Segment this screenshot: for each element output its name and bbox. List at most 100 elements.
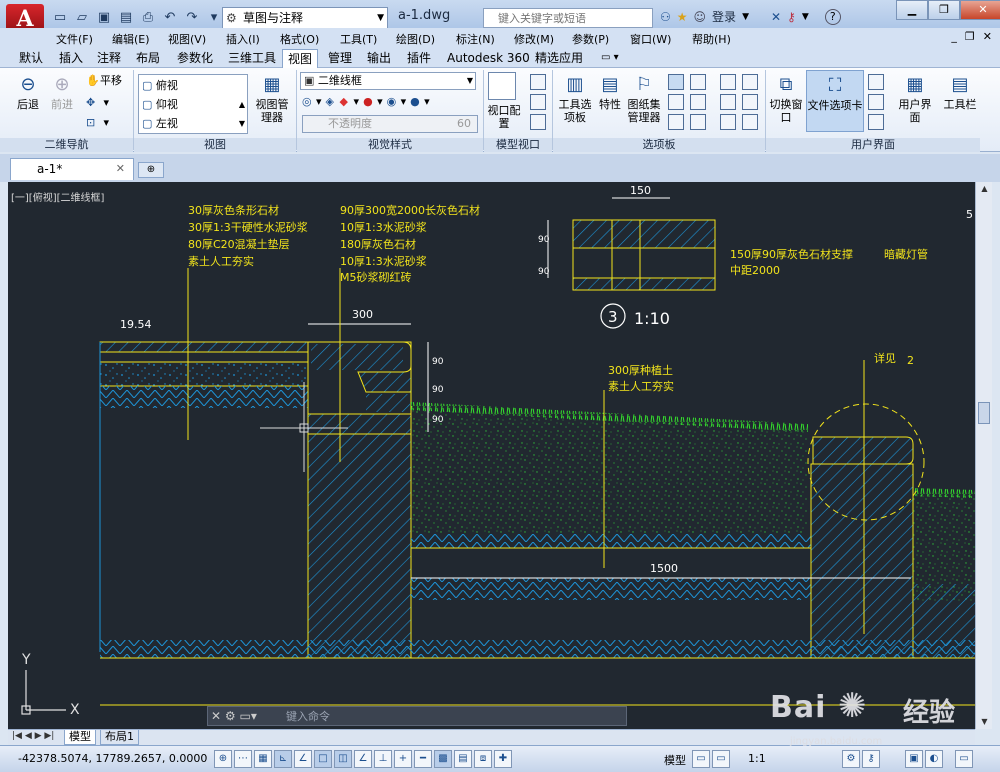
quick-view-drawings-icon[interactable]: ▭ xyxy=(712,750,730,768)
quick-view-layouts-icon[interactable]: ▭ xyxy=(692,750,710,768)
close-icon[interactable]: ✕ xyxy=(116,159,125,179)
annotation-scale[interactable]: 1:1 xyxy=(748,752,766,765)
user-interface-button[interactable]: ▦ 用户界面 xyxy=(898,74,932,124)
undo-icon[interactable]: ↶ xyxy=(160,8,180,28)
menu-view[interactable]: 视图(V) xyxy=(168,31,206,47)
tab-3d-tools[interactable]: 三维工具 xyxy=(223,49,281,68)
file-tabs-button[interactable]: ⛶ 文件选项卡 xyxy=(806,70,864,132)
new-tab-button[interactable]: ⊕ xyxy=(138,162,164,178)
close-icon[interactable]: ✕ xyxy=(211,709,221,723)
tab-manage[interactable]: 管理 xyxy=(323,49,357,68)
layout-nav-arrows-icon[interactable]: |◀ ◀ ▶ ▶| xyxy=(12,731,54,741)
palette-small-icon[interactable] xyxy=(668,94,684,110)
lock-icon[interactable]: ⚷ xyxy=(787,10,796,24)
tab-autodesk-360[interactable]: Autodesk 360 xyxy=(442,49,535,68)
palette-small-icon[interactable] xyxy=(720,114,736,130)
menu-window[interactable]: 窗口(W) xyxy=(630,31,671,47)
close-button[interactable]: ✕ xyxy=(960,0,1000,20)
user-icon[interactable]: ☺ xyxy=(694,10,707,24)
binoculars-icon[interactable]: ⚇ xyxy=(660,10,671,24)
tab-layout[interactable]: 布局 xyxy=(131,49,165,68)
quick-properties-icon[interactable]: ▤ xyxy=(454,750,472,768)
dynamic-input-icon[interactable]: + xyxy=(394,750,412,768)
menu-help[interactable]: 帮助(H) xyxy=(692,31,731,47)
view-manager-button[interactable]: ▦ 视图管理器 xyxy=(252,74,292,124)
menu-modify[interactable]: 修改(M) xyxy=(514,31,554,47)
login-button[interactable]: 登录 xyxy=(712,8,736,25)
viewport-controls-label[interactable]: [一][俯视][二维线框] xyxy=(11,189,104,204)
doc-minimize-icon[interactable]: _ xyxy=(951,30,957,43)
tile-vertical-icon[interactable] xyxy=(868,94,884,110)
snap-mode-icon[interactable]: ⋯ xyxy=(234,750,252,768)
hardware-acceleration-icon[interactable]: ▣ xyxy=(905,750,923,768)
color-icon[interactable]: ◆ xyxy=(340,95,354,109)
palette-small-icon[interactable] xyxy=(668,74,684,90)
scroll-up-icon[interactable]: ▲ xyxy=(976,182,993,196)
palette-small-icon[interactable] xyxy=(742,74,758,90)
sphere-icon[interactable]: ● xyxy=(410,95,424,109)
menu-format[interactable]: 格式(O) xyxy=(280,31,319,47)
qat-dropdown-icon[interactable]: ▾ xyxy=(204,8,224,28)
prompt-icon[interactable]: ▭▾ xyxy=(239,709,256,723)
material-icon[interactable]: ● xyxy=(363,95,377,109)
shading-icon[interactable]: ◈ xyxy=(326,95,340,109)
tab-insert[interactable]: 插入 xyxy=(54,49,88,68)
doc-close-icon[interactable]: ✕ xyxy=(983,30,992,43)
gear-icon[interactable]: ⚙ xyxy=(842,750,860,768)
view-item-bottom[interactable]: ▢ 仰视 xyxy=(142,95,247,114)
edge-effect-icon[interactable]: ◎ xyxy=(302,95,316,109)
workspace-select[interactable]: ⚙ 草图与注释 ▼ xyxy=(222,7,388,29)
cascade-icon[interactable] xyxy=(868,114,884,130)
file-tab-a1[interactable]: a-1* ✕ xyxy=(10,158,134,180)
menu-tools[interactable]: 工具(T) xyxy=(340,31,377,47)
minimize-button[interactable]: ▁ xyxy=(896,0,928,20)
back-button[interactable]: ⊖ 后退 xyxy=(12,74,44,111)
grid-display-icon[interactable]: ▦ xyxy=(254,750,272,768)
visual-style-tools[interactable]: ◎▾◈ ◆ ▾●▾◉▾●▾ xyxy=(302,95,482,109)
viewport-config-icon[interactable] xyxy=(488,72,516,100)
lineweight-icon[interactable]: ━ xyxy=(414,750,432,768)
forward-button[interactable]: ⊕ 前进 xyxy=(46,74,78,111)
tab-annotate[interactable]: 注释 xyxy=(92,49,126,68)
tab-layout1[interactable]: 布局1 xyxy=(100,730,139,745)
viewport-config-button[interactable]: 视口配置 xyxy=(484,104,524,130)
chevron-down-icon[interactable]: ▼ xyxy=(742,12,749,22)
menu-file[interactable]: 文件(F) xyxy=(56,31,93,47)
isolate-objects-icon[interactable]: ◐ xyxy=(925,750,943,768)
menu-edit[interactable]: 编辑(E) xyxy=(112,31,150,47)
palette-small-icon[interactable] xyxy=(720,94,736,110)
palette-small-icon[interactable] xyxy=(742,94,758,110)
chevron-down-icon[interactable]: ▼ xyxy=(802,12,809,22)
palette-small-icon[interactable] xyxy=(742,114,758,130)
zoom-button[interactable]: ⊡ ▾ xyxy=(86,116,109,130)
new-file-icon[interactable]: ▭ xyxy=(50,8,70,28)
orbit-button[interactable]: ✥ ▾ xyxy=(86,96,109,110)
save-icon[interactable]: ▣ xyxy=(94,8,114,28)
drawing-canvas[interactable]: 30厚灰色条形石材 30厚1:3干硬性水泥砂浆 80厚C20混凝土垫层 素土人工… xyxy=(8,182,975,729)
wrench-icon[interactable]: ⚙ xyxy=(225,709,236,723)
visual-style-select[interactable]: ▣ 二维线框 ▼ xyxy=(300,72,476,90)
scroll-arrows-icon[interactable]: ▲ ▼ xyxy=(239,95,245,133)
tab-plugins[interactable]: 插件 xyxy=(402,49,436,68)
switch-windows-button[interactable]: ⧉ 切换窗口 xyxy=(768,74,804,124)
ribbon-minimize-icon[interactable]: ▭ ▾ xyxy=(596,49,624,68)
viewport-restore-icon[interactable] xyxy=(530,114,546,130)
ortho-mode-icon[interactable]: ⊾ xyxy=(274,750,292,768)
search-input[interactable] xyxy=(483,8,653,28)
save-as-icon[interactable]: ▤ xyxy=(116,8,136,28)
tab-featured-apps[interactable]: 精选应用 xyxy=(530,49,588,68)
vertical-scrollbar[interactable]: ▲ ▼ xyxy=(975,182,992,729)
object-snap-icon[interactable]: □ xyxy=(314,750,332,768)
tool-palettes-button[interactable]: ▥ 工具选项板 xyxy=(556,74,594,124)
pan-button[interactable]: ✋平移 xyxy=(86,74,122,88)
viewport-join-icon[interactable] xyxy=(530,94,546,110)
exchange-icon[interactable]: ✕ xyxy=(771,10,781,24)
clean-screen-icon[interactable]: ▭ xyxy=(955,750,973,768)
view-item-left[interactable]: ▢ 左视 xyxy=(142,114,247,133)
selection-cycling-icon[interactable]: ⧈ xyxy=(474,750,492,768)
redo-icon[interactable]: ↷ xyxy=(182,8,202,28)
lock-icon[interactable]: ⚷ xyxy=(862,750,880,768)
model-space-button[interactable]: 模型 xyxy=(664,752,686,768)
help-icon[interactable]: ? xyxy=(824,8,841,25)
polar-tracking-icon[interactable]: ∠ xyxy=(294,750,312,768)
